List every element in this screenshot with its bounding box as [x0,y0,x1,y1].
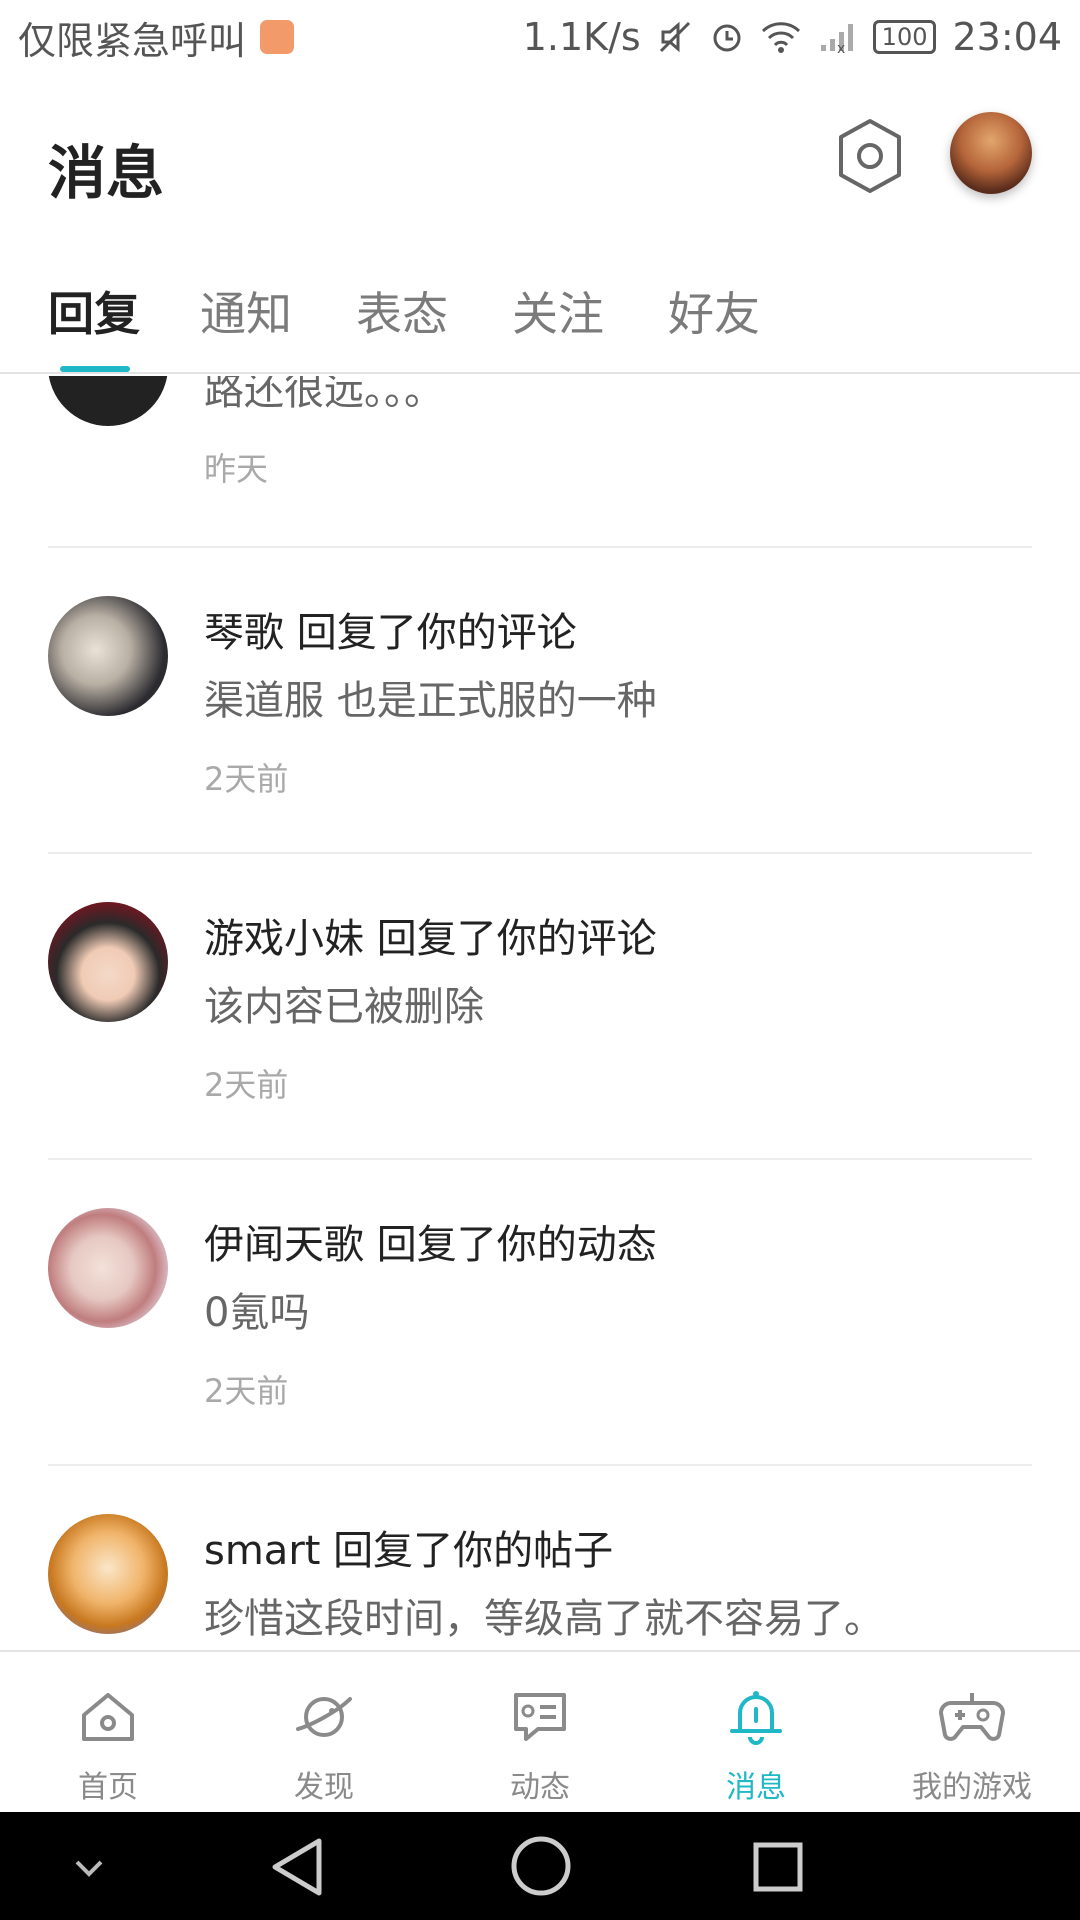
wifi-icon [761,19,801,55]
status-right: 1.1K/s x 100 23:04 [523,15,1062,59]
back-button[interactable] [262,1832,332,1902]
message-excerpt: 0氪吗 [204,1290,310,1336]
message-tabs: 回复 通知 表态 关注 好友 [0,270,1080,374]
home-button[interactable] [505,1830,577,1902]
svg-text:x: x [837,41,845,55]
circle-home-icon [511,1836,571,1896]
list-item[interactable]: 伊闻天歌 回复了你的动态 0氪吗 2天前 [0,1160,1080,1466]
list-item[interactable]: 琴歌 回复了你的评论 渠道服 也是正式服的一种 2天前 [0,548,1080,854]
bell-icon [721,1682,791,1752]
nav-feed[interactable]: 动态 [432,1652,648,1812]
carrier-text: 仅限紧急呼叫 [18,18,247,63]
message-excerpt: 珍惜这段时间，等级高了就不容易了。 [204,1596,884,1642]
list-item[interactable]: 路还很远。。。 昨天 [0,376,1080,572]
active-tab-indicator [60,366,130,372]
page-title: 消息 [48,139,165,207]
tab-reply[interactable]: 回复 [48,278,140,344]
message-time: 2天前 [204,760,289,798]
nav-label: 我的游戏 [912,1770,1032,1805]
message-excerpt: 渠道服 也是正式服的一种 [204,678,657,724]
battery-indicator: 100 [872,20,937,54]
feed-icon [505,1682,575,1752]
nav-label: 首页 [78,1770,138,1805]
collapse-button[interactable] [64,1842,114,1892]
message-time: 2天前 [204,1372,289,1410]
nav-label: 发现 [294,1770,354,1805]
message-headline: 伊闻天歌 回复了你的动态 [204,1222,657,1268]
message-excerpt: 路还很远。。。 [204,376,444,414]
status-bar: 仅限紧急呼叫 1.1K/s x 100 23:04 [0,0,1080,74]
nav-discover[interactable]: 发现 [216,1652,432,1812]
message-headline: 琴歌 回复了你的评论 [204,610,577,656]
nav-messages[interactable]: 消息 [648,1652,864,1812]
message-headline: smart 回复了你的帖子 [204,1528,614,1574]
tab-notice[interactable]: 通知 [200,278,292,344]
tab-friends[interactable]: 好友 [668,278,760,344]
tab-reaction[interactable]: 表态 [356,278,448,344]
user-avatar[interactable] [950,112,1032,194]
list-item[interactable]: smart 回复了你的帖子 珍惜这段时间，等级高了就不容易了。 [0,1466,1080,1650]
message-time: 昨天 [204,450,269,488]
planet-icon [289,1682,359,1752]
settings-button[interactable] [834,116,906,196]
home-icon [73,1682,143,1752]
nav-home[interactable]: 首页 [0,1652,216,1812]
network-speed: 1.1K/s [522,15,641,59]
avatar [48,1208,168,1328]
avatar [48,902,168,1022]
gamepad-icon [937,1682,1007,1752]
back-icon [272,1838,322,1896]
message-excerpt: 该内容已被删除 [204,984,484,1030]
list-item[interactable]: 游戏小妹 回复了你的评论 该内容已被删除 2天前 [0,854,1080,1160]
message-time: 2天前 [204,1066,289,1104]
settings-icon [839,119,901,193]
avatar [48,1514,168,1634]
bottom-nav: 首页 发现 动态 消息 我的游戏 [0,1650,1080,1812]
clock: 23:04 [952,15,1062,59]
avatar [48,376,168,426]
recent-apps-button[interactable] [745,1834,811,1900]
app-notification-icon [260,20,295,54]
nav-label: 动态 [510,1770,570,1805]
chevron-down-icon [75,1860,103,1877]
page-header: 消息 [0,74,1080,244]
message-headline: 游戏小妹 回复了你的评论 [204,916,657,962]
nav-label: 消息 [726,1770,786,1805]
alarm-icon [709,19,745,55]
avatar [48,596,168,716]
status-left: 仅限紧急呼叫 [18,10,295,65]
message-list: 路还很远。。。 昨天 琴歌 回复了你的评论 渠道服 也是正式服的一种 2天前 游… [0,376,1080,1650]
signal-icon: x [817,19,857,55]
system-nav-bar [0,1812,1080,1920]
tab-follow[interactable]: 关注 [512,278,604,344]
nav-my-games[interactable]: 我的游戏 [864,1652,1080,1812]
square-icon [753,1842,803,1892]
mute-icon [657,19,693,55]
